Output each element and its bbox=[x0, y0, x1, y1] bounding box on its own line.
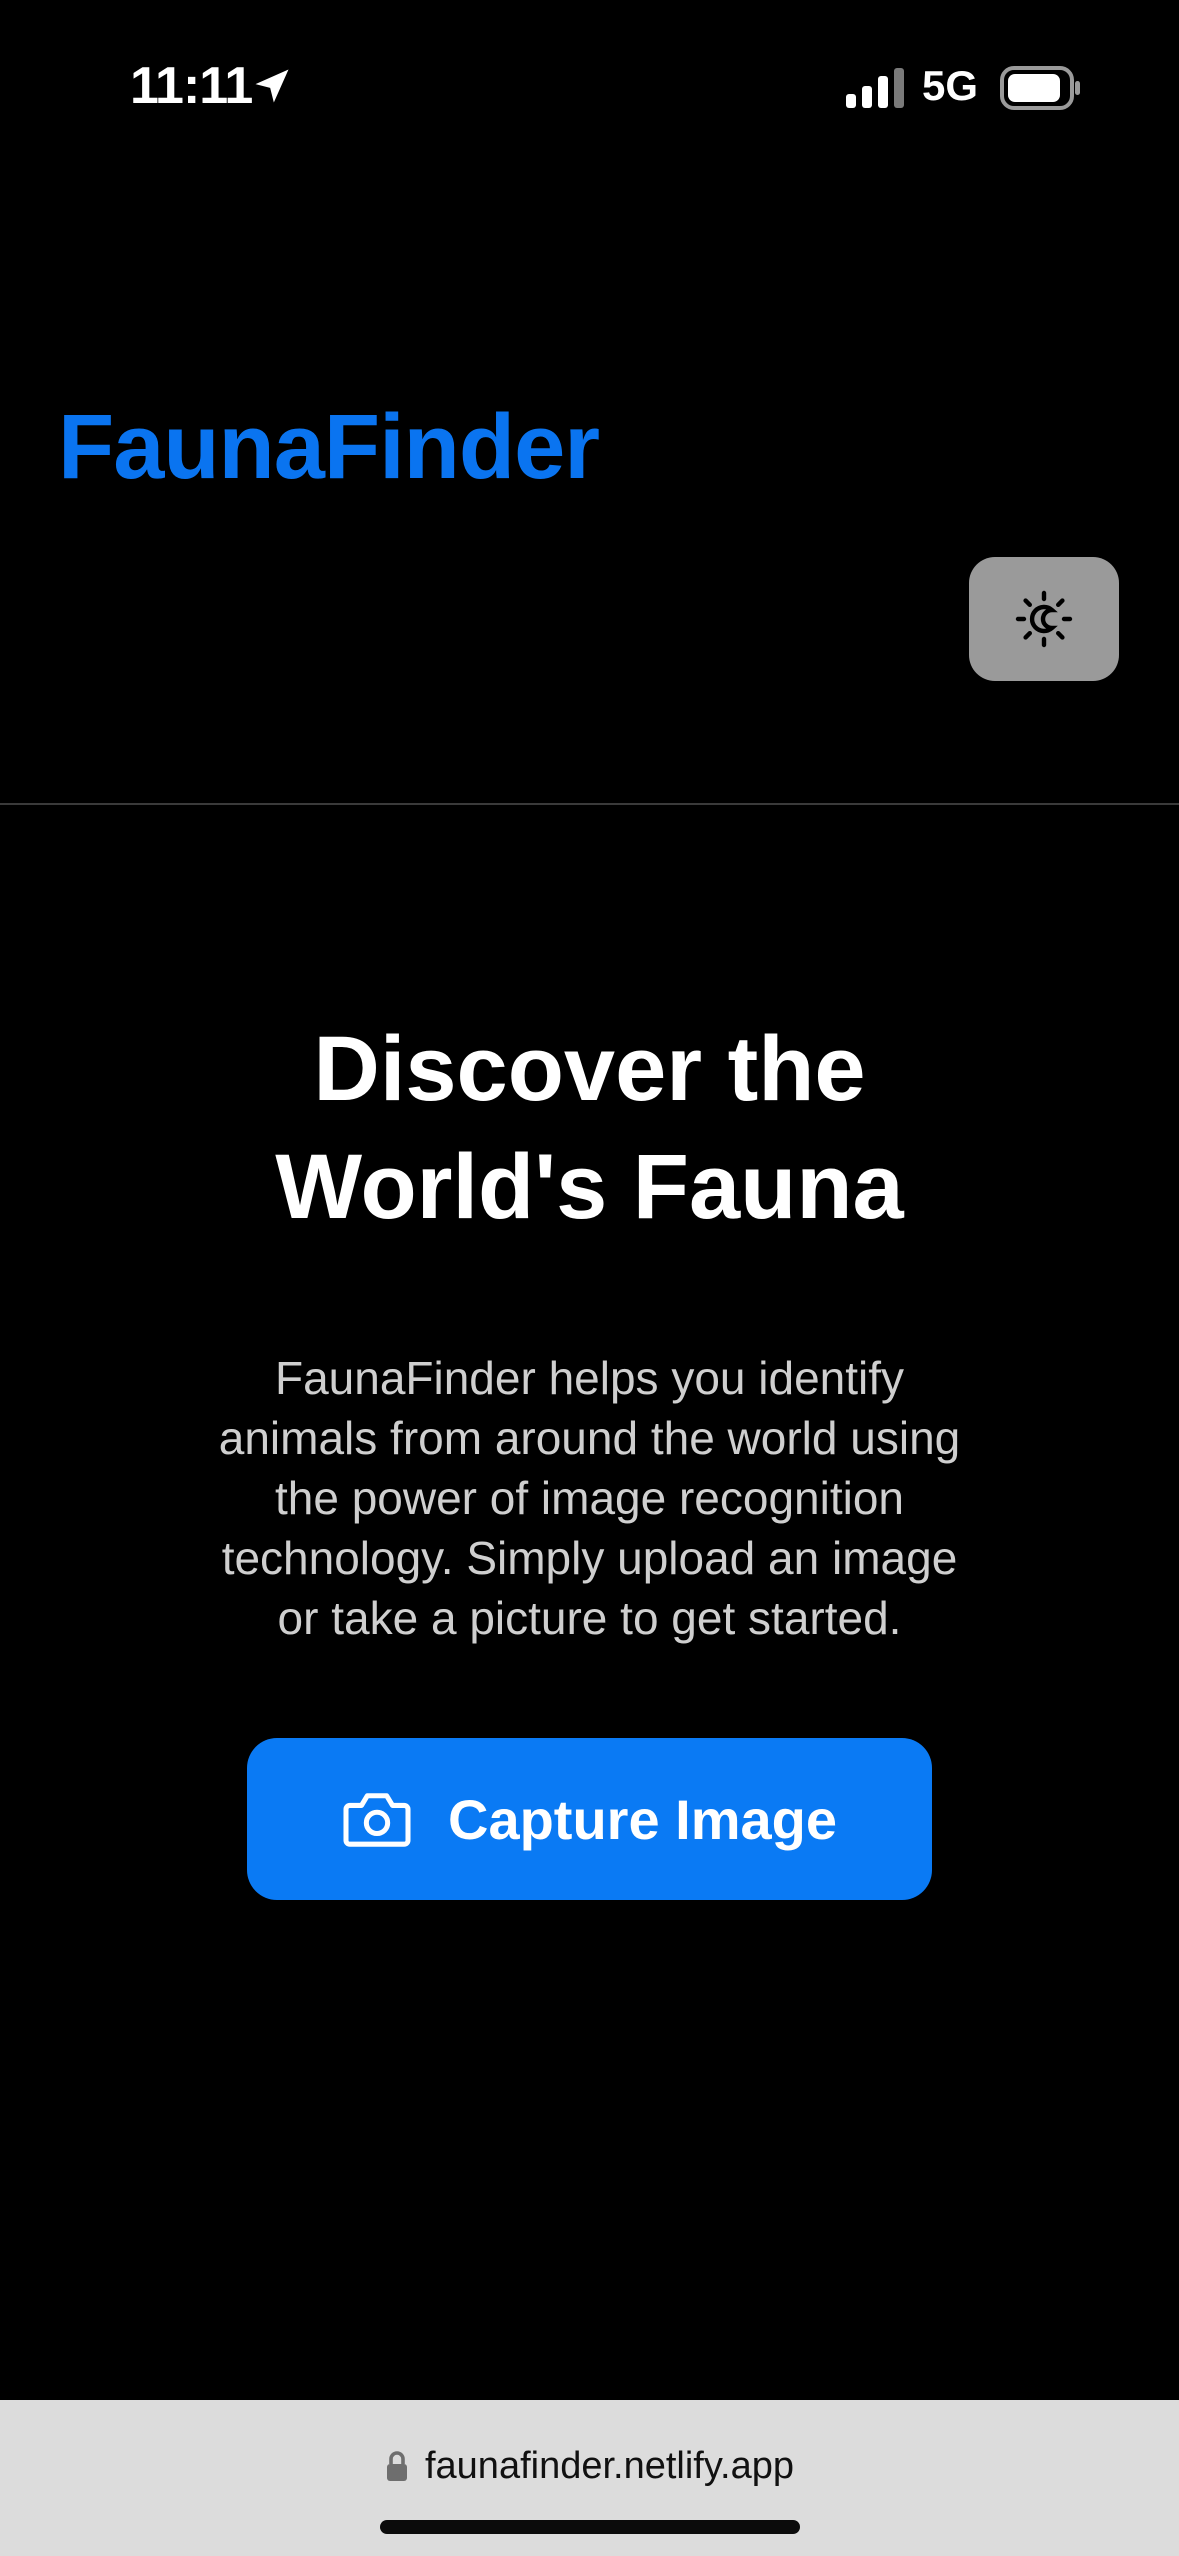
lock-icon bbox=[386, 2451, 407, 2481]
sun-moon-icon bbox=[1015, 590, 1073, 648]
network-type: 5G bbox=[922, 62, 979, 109]
url-field[interactable]: faunafinder.netlify.app bbox=[0, 2438, 1179, 2494]
hero-title-line: Discover the bbox=[313, 1018, 866, 1120]
hero-description-line: animals from around the world using bbox=[218, 1412, 961, 1464]
hero-description-line: FaunaFinder helps you identify bbox=[274, 1352, 905, 1404]
hero-title-line: World's Fauna bbox=[275, 1136, 904, 1238]
app-screen: 11:11 5G FaunaFinder Discover the World'… bbox=[0, 0, 1179, 2556]
header-divider bbox=[0, 803, 1179, 805]
brand-title[interactable]: FaunaFinder bbox=[58, 395, 600, 500]
url-text: faunafinder.netlify.app bbox=[424, 2444, 794, 2487]
hero-description: FaunaFinder helps you identify animals f… bbox=[170, 1348, 1009, 1648]
battery-icon bbox=[1000, 66, 1080, 110]
hero-description-line: or take a picture to get started. bbox=[277, 1592, 902, 1644]
capture-image-button[interactable]: Capture Image bbox=[247, 1738, 932, 1900]
capture-image-label: Capture Image bbox=[448, 1787, 837, 1851]
hero-title: Discover the World's Fauna bbox=[0, 1010, 1179, 1246]
theme-toggle-button[interactable] bbox=[969, 557, 1119, 681]
status-time: 11:11 bbox=[130, 57, 253, 115]
camera-icon bbox=[343, 1793, 411, 1847]
location-arrow-icon bbox=[255, 69, 289, 103]
status-bar: 11:11 5G bbox=[0, 0, 1179, 175]
hero-description-line: the power of image recognition bbox=[274, 1472, 905, 1524]
hero-description-line: technology. Simply upload an image bbox=[221, 1532, 958, 1584]
cellular-signal-icon bbox=[846, 68, 904, 108]
home-indicator[interactable] bbox=[380, 2520, 800, 2534]
